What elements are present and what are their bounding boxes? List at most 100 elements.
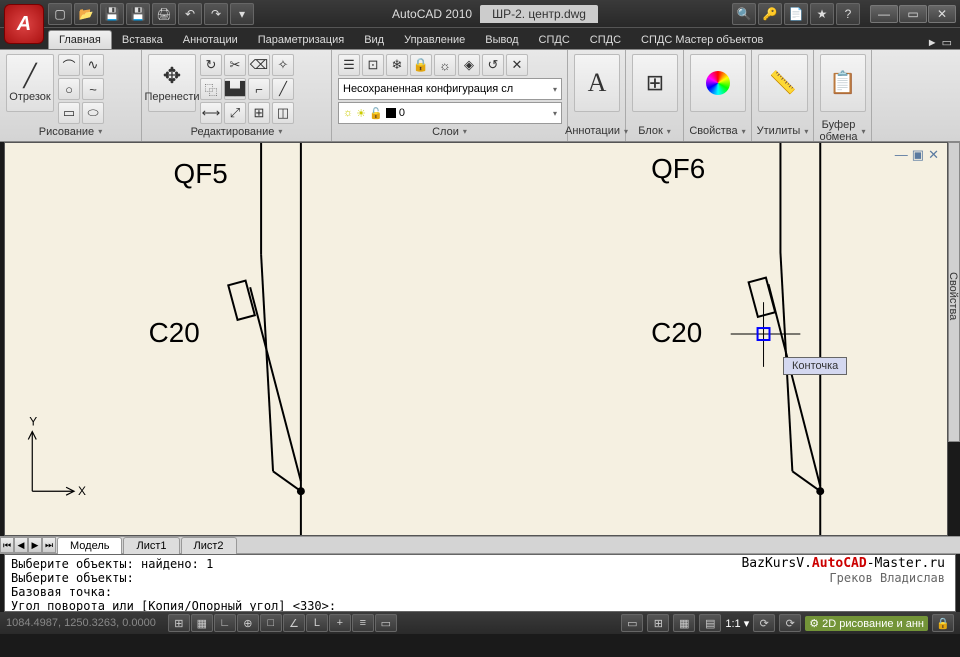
layer-state-dropdown[interactable]: Несохраненная конфигурация сл — [338, 78, 562, 100]
maximize-button[interactable]: ▭ — [899, 5, 927, 23]
text-button[interactable]: A — [574, 54, 620, 112]
tab-view[interactable]: Вид — [354, 31, 394, 49]
vp-min-icon[interactable]: — — [895, 147, 908, 163]
panel-modify-label[interactable]: Редактирование — [148, 124, 325, 139]
tab-annotate[interactable]: Аннотации — [173, 31, 248, 49]
model-tab[interactable]: Модель — [57, 537, 122, 554]
panel-layers-label[interactable]: Слои — [338, 124, 561, 139]
panel-anno-label[interactable]: Аннотации — [574, 123, 619, 139]
ribbon-min-icon[interactable]: ▭ — [942, 36, 952, 49]
close-button[interactable]: ✕ — [928, 5, 956, 23]
command-line[interactable]: Выберите объекты: найдено: 1 Выберите об… — [4, 554, 956, 612]
spline-button[interactable]: ~ — [82, 78, 104, 100]
minimize-button[interactable]: — — [870, 5, 898, 23]
qat-open[interactable]: 📂 — [74, 3, 98, 25]
panel-draw-label[interactable]: Рисование — [6, 124, 135, 139]
tab-spds-master[interactable]: СПДС Мастер объектов — [631, 31, 773, 49]
annovis-btn[interactable]: ⟳ — [779, 614, 801, 632]
move-button[interactable]: ✥ Перенести — [148, 54, 196, 112]
panel-clip-label[interactable]: Буфер обмена — [820, 123, 865, 139]
polar-toggle[interactable]: ⊕ — [237, 614, 259, 632]
anno-scale[interactable]: 1:1 ▾ — [725, 617, 749, 630]
layer-prop-button[interactable]: ☰ — [338, 54, 360, 76]
trim-button[interactable]: ✂ — [224, 54, 246, 76]
tab-scroll-next[interactable]: ▶ — [28, 537, 42, 553]
layout2-tab[interactable]: Лист2 — [181, 537, 237, 554]
search-icon[interactable]: 🔍 — [732, 3, 756, 25]
qat-undo[interactable]: ↶ — [178, 3, 202, 25]
tab-scroll-first[interactable]: ⏮ — [0, 537, 14, 553]
vp-close-icon[interactable]: ✕ — [928, 147, 939, 163]
paste-button[interactable]: 📋 — [820, 54, 866, 112]
layer-iso-button[interactable]: ⊡ — [362, 54, 384, 76]
tab-spds1[interactable]: СПДС — [529, 31, 580, 49]
qat-new[interactable]: ▢ — [48, 3, 72, 25]
layer-prev-button[interactable]: ↺ — [482, 54, 504, 76]
tab-parametric[interactable]: Параметризация — [248, 31, 354, 49]
mirror-button[interactable]: ▙▟ — [224, 78, 246, 100]
key-icon[interactable]: 🔑 — [758, 3, 782, 25]
layer-lock-button[interactable]: 🔒 — [410, 54, 432, 76]
layout1-tab[interactable]: Лист1 — [123, 537, 179, 554]
grid-toggle[interactable]: ▦ — [191, 614, 213, 632]
drawing-canvas[interactable]: — ▣ ✕ QF5 C20 QF6 C20 — [4, 142, 948, 536]
ellipse-button[interactable]: ⬭ — [82, 102, 104, 124]
qat-save[interactable]: 💾 — [100, 3, 124, 25]
document-tab[interactable]: ШР-2. центр.dwg — [480, 5, 598, 23]
stretch-button[interactable]: ⟷ — [200, 102, 222, 124]
tab-insert[interactable]: Вставка — [112, 31, 173, 49]
block-button[interactable]: ⊞ — [632, 54, 678, 112]
qp-toggle[interactable]: ▭ — [375, 614, 397, 632]
props-button[interactable] — [690, 54, 746, 112]
workspace-switch[interactable]: ⚙ 2D рисование и анн — [805, 616, 928, 631]
help-icon[interactable]: ? — [836, 3, 860, 25]
star-icon[interactable]: ★ — [810, 3, 834, 25]
dyn-toggle[interactable]: + — [329, 614, 351, 632]
layer-off-button[interactable]: ☼ — [434, 54, 456, 76]
layer-dropdown[interactable]: ☼ ☀ 🔓 0 — [338, 102, 562, 124]
properties-palette[interactable]: Свойства — [948, 142, 960, 442]
model-button[interactable]: ▭ — [621, 614, 643, 632]
circle-button[interactable]: ○ — [58, 78, 80, 100]
otrack-toggle[interactable]: ∠ — [283, 614, 305, 632]
pline-button[interactable]: ∿ — [82, 54, 104, 76]
ducs-toggle[interactable]: L — [306, 614, 328, 632]
tab-scroll-prev[interactable]: ◀ — [14, 537, 28, 553]
tab-output[interactable]: Вывод — [475, 31, 528, 49]
rotate-button[interactable]: ↻ — [200, 54, 222, 76]
panel-utils-label[interactable]: Утилиты — [758, 123, 807, 139]
app-logo[interactable]: A — [4, 4, 44, 44]
grid2-button[interactable]: ⊞ — [647, 614, 669, 632]
layer-match-button[interactable]: ◈ — [458, 54, 480, 76]
panel-block-label[interactable]: Блок — [632, 123, 677, 139]
array-button[interactable]: ⊞ — [248, 102, 270, 124]
annoscale-btn[interactable]: ⟳ — [753, 614, 775, 632]
osnap-toggle[interactable]: □ — [260, 614, 282, 632]
sheet-icon[interactable]: 📄 — [784, 3, 808, 25]
qat-saveas[interactable]: 💾 — [126, 3, 150, 25]
qat-plot[interactable]: 🖨 — [152, 3, 176, 25]
scale-button[interactable]: ⤢ — [224, 102, 246, 124]
line-button[interactable]: ╱ Отрезок — [6, 54, 54, 112]
erase-button[interactable]: ⌫ — [248, 54, 270, 76]
pedit-button[interactable]: ╱ — [272, 78, 294, 100]
qat-more[interactable]: ▾ — [230, 3, 254, 25]
measure-button[interactable]: 📏 — [758, 54, 808, 112]
tab-scroll-last[interactable]: ⏭ — [42, 537, 56, 553]
rect-button[interactable]: ▭ — [58, 102, 80, 124]
qvl-button[interactable]: ▤ — [699, 614, 721, 632]
qv-button[interactable]: ▦ — [673, 614, 695, 632]
explode-button[interactable]: ✧ — [272, 54, 294, 76]
copy-button[interactable]: ⿻ — [200, 78, 222, 100]
tab-home[interactable]: Главная — [48, 30, 112, 49]
lock-ui-button[interactable]: 🔒 — [932, 614, 954, 632]
qat-redo[interactable]: ↷ — [204, 3, 228, 25]
arc-button[interactable]: ⌒ — [58, 54, 80, 76]
offset-button[interactable]: ◫ — [272, 102, 294, 124]
layer-del-button[interactable]: ✕ — [506, 54, 528, 76]
vp-max-icon[interactable]: ▣ — [912, 147, 924, 163]
layer-freeze-button[interactable]: ❄ — [386, 54, 408, 76]
snap-toggle[interactable]: ⊞ — [168, 614, 190, 632]
tab-manage[interactable]: Управление — [394, 31, 475, 49]
ortho-toggle[interactable]: ∟ — [214, 614, 236, 632]
